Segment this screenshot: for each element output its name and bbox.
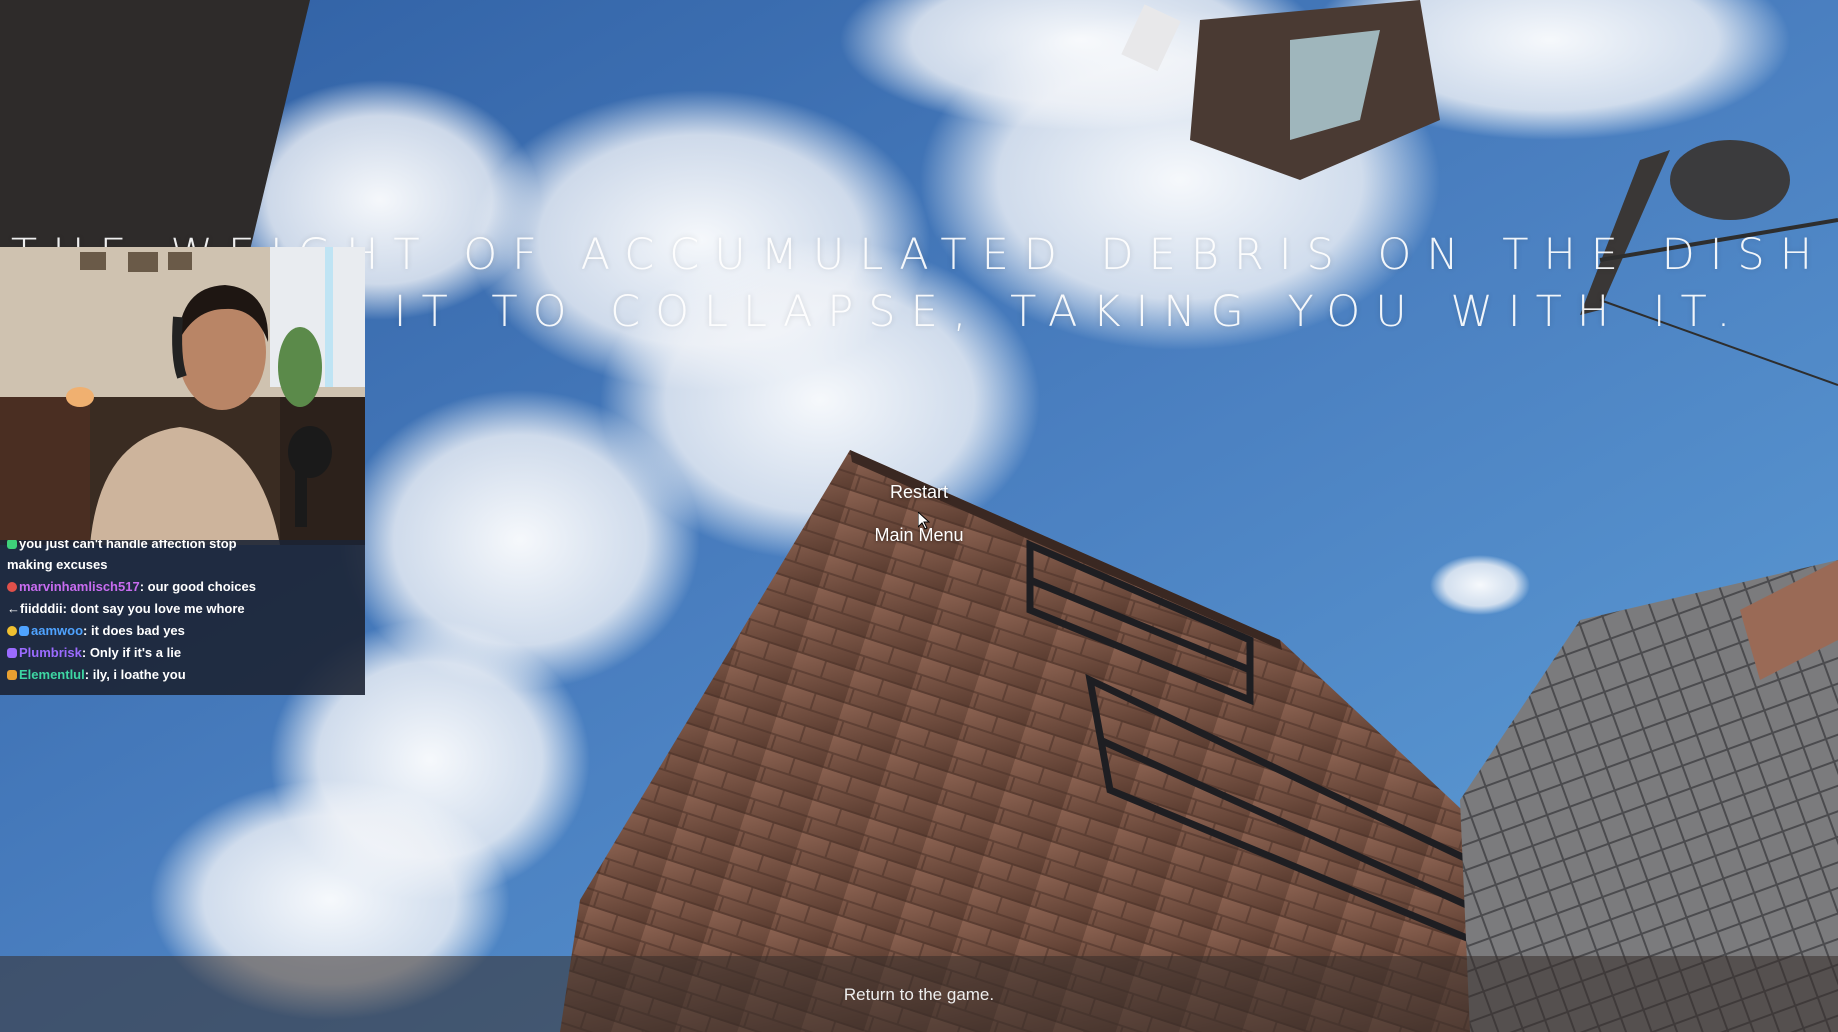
chat-username[interactable]: marvinhamlisch517 [19, 579, 140, 594]
chat-message: marvinhamlisch517: our good choices [7, 579, 359, 594]
chat-text: dont say you love me whore [66, 601, 245, 616]
chat-text: ily, i loathe you [89, 667, 186, 682]
chat-text: our good choices [144, 579, 256, 594]
chat-badge-icon [7, 648, 17, 658]
chat-username[interactable]: Plumbrisk [19, 645, 82, 660]
chat-badge-icon [7, 670, 17, 680]
chat-badge-icon [7, 626, 17, 636]
chat-text: making excuses [7, 557, 108, 572]
chat-username[interactable]: Elementlul [19, 667, 85, 682]
chat-text: you just can't handle affection stop [19, 540, 237, 551]
chat-badge-icon [7, 540, 17, 549]
stream-chat-overlay: you just can't handle affection stop mak… [0, 540, 365, 695]
webcam-overlay [0, 247, 365, 545]
chat-message: Plumbrisk: Only if it's a lie [7, 645, 359, 660]
chat-badge-icon [7, 582, 17, 592]
chat-text: Only if it's a lie [86, 645, 182, 660]
mouse-cursor-icon [918, 512, 930, 530]
chat-message: ←fiidddii: dont say you love me whore [7, 601, 359, 616]
return-to-game-hint[interactable]: Return to the game. [0, 985, 1838, 1005]
chat-message: you just can't handle affection stop [7, 540, 359, 551]
chat-username[interactable]: fiidddii [20, 601, 63, 616]
chat-message: making excuses [7, 557, 359, 572]
arrow-left-icon: ← [7, 601, 20, 616]
webcam-video [0, 247, 365, 545]
chat-message: Elementlul: ily, i loathe you [7, 667, 359, 682]
chat-username[interactable]: aamwoo [31, 623, 83, 638]
footer-hint-bar: Return to the game. [0, 956, 1838, 1032]
chat-message: aamwoo: it does bad yes [7, 623, 359, 638]
chat-text: it does bad yes [87, 623, 185, 638]
chat-badge-icon [19, 626, 29, 636]
